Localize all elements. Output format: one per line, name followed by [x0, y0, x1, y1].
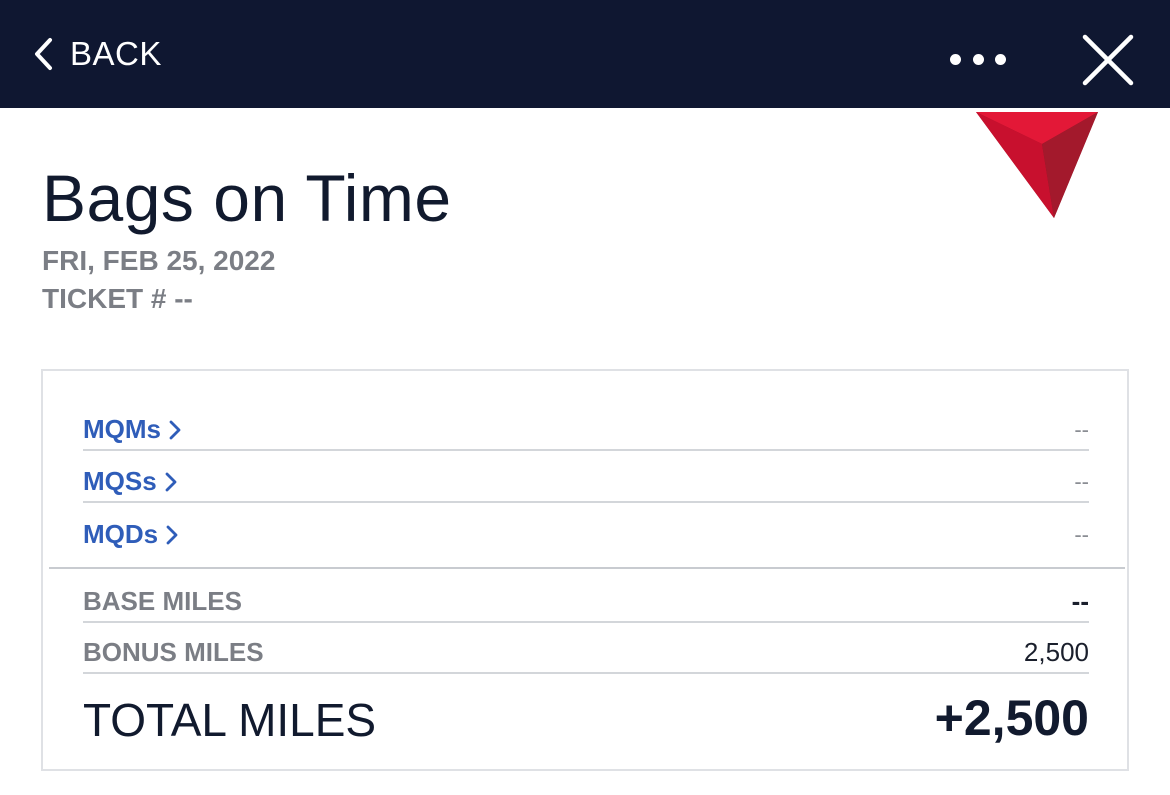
more-options-button[interactable] [950, 44, 1006, 74]
flight-date: FRI, FEB 25, 2022 [42, 245, 276, 276]
mqm-value: -- [1074, 417, 1089, 442]
chevron-right-icon [166, 525, 178, 544]
total-miles-label: TOTAL MILES [83, 694, 377, 746]
bonus-miles-value: 2,500 [1023, 637, 1089, 667]
mqm-row[interactable]: MQMs -- [83, 411, 1089, 451]
top-navigation-bar: BACK [0, 0, 1170, 108]
base-miles-row: BASE MILES -- [83, 583, 1089, 623]
base-miles-label: BASE MILES [83, 586, 242, 616]
bonus-miles-label: BONUS MILES [83, 637, 264, 667]
mqs-row[interactable]: MQSs -- [83, 463, 1089, 503]
section-divider [49, 567, 1125, 569]
back-label: BACK [70, 35, 162, 72]
chevron-left-icon [35, 38, 52, 70]
bonus-miles-row: BONUS MILES 2,500 [83, 634, 1089, 674]
close-button[interactable] [1080, 32, 1136, 88]
miles-summary-card: MQMs -- MQSs -- MQDs -- BASE MILES -- BO… [41, 369, 1129, 771]
total-miles-value: +2,500 [934, 690, 1089, 746]
page-title: Bags on Time [42, 161, 452, 235]
total-miles-row: TOTAL MILES +2,500 [83, 681, 1089, 747]
mqd-row[interactable]: MQDs -- [83, 514, 1089, 554]
back-button[interactable]: BACK [32, 30, 162, 78]
mqd-value: -- [1074, 522, 1089, 547]
mqd-link[interactable]: MQDs [83, 519, 178, 554]
close-icon [1082, 34, 1134, 86]
mqm-link[interactable]: MQMs [83, 414, 181, 449]
chevron-right-icon [169, 420, 181, 439]
mqs-value: -- [1074, 469, 1089, 494]
ticket-number: TICKET # -- [42, 283, 193, 314]
more-horizontal-icon [950, 53, 961, 65]
base-miles-value: -- [1071, 586, 1089, 616]
delta-widget-logo [976, 112, 1098, 218]
chevron-right-icon [165, 472, 177, 491]
mqs-link[interactable]: MQSs [83, 466, 177, 501]
